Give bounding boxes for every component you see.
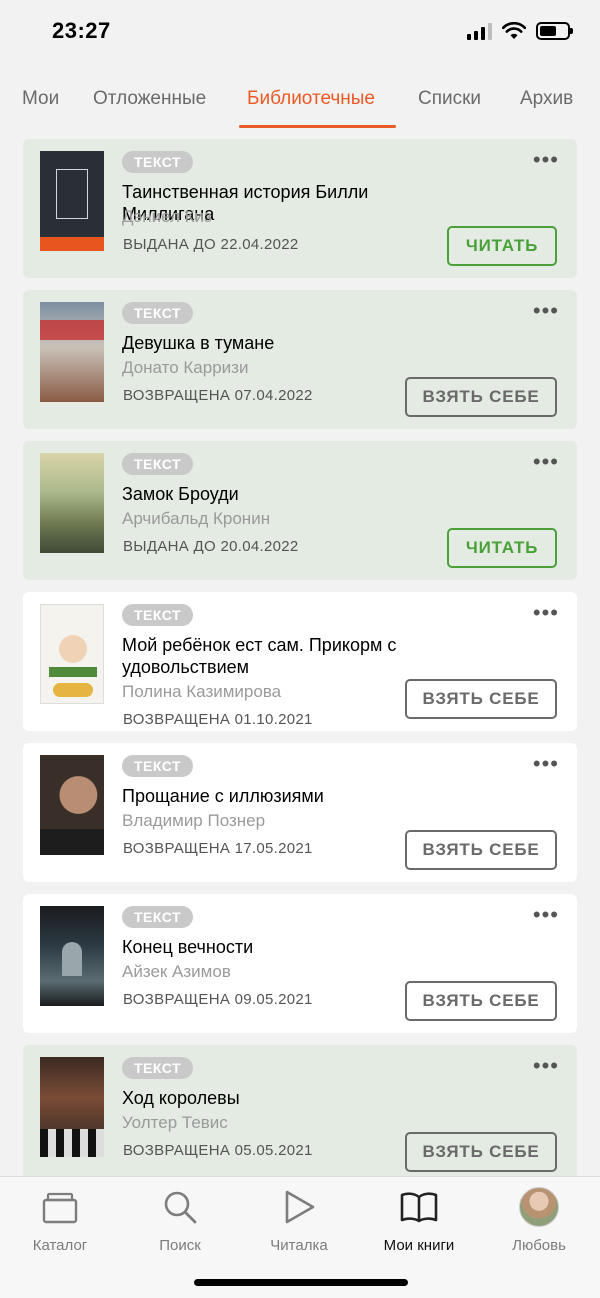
format-badge: ТЕКСТ [122, 1057, 194, 1079]
search-icon [164, 1191, 197, 1224]
wifi-icon [502, 22, 526, 39]
book-author: Айзек Азимов [122, 962, 231, 981]
loan-status: ВОЗВРАЩЕНА 05.05.2021 [123, 1142, 313, 1159]
book-cover [40, 755, 104, 855]
book-card[interactable]: ТЕКСТ ••• Ход королевы Уолтер Тевис ВОЗВ… [23, 1045, 577, 1184]
book-icon [400, 1192, 438, 1223]
take-button[interactable]: ВЗЯТЬ СЕБЕ [405, 1132, 557, 1172]
nav-catalog[interactable]: Каталог [5, 1187, 115, 1254]
take-button[interactable]: ВЗЯТЬ СЕБЕ [405, 679, 557, 719]
tab-lists[interactable]: Списки [418, 88, 481, 110]
loan-status: ВЫДАНА ДО 22.04.2022 [123, 236, 299, 253]
play-icon [285, 1190, 315, 1224]
more-options-icon[interactable]: ••• [533, 451, 559, 473]
nav-reader[interactable]: Читалка [244, 1187, 354, 1254]
tab-archive[interactable]: Архив [520, 88, 573, 110]
more-options-icon[interactable]: ••• [533, 1055, 559, 1077]
nav-label: Поиск [159, 1237, 201, 1254]
book-title: Девушка в тумане [122, 333, 275, 353]
loan-status: ВОЗВРАЩЕНА 01.10.2021 [123, 711, 313, 728]
book-card[interactable]: ТЕКСТ ••• Прощание с иллюзиями Владимир … [23, 743, 577, 882]
format-badge: ТЕКСТ [122, 302, 194, 324]
book-author: Арчибальд Кронин [122, 509, 271, 528]
format-badge: ТЕКСТ [122, 755, 194, 777]
read-button[interactable]: ЧИТАТЬ [447, 528, 557, 568]
tab-bar: Мои Отложенные Библиотечные Списки Архив [0, 80, 600, 128]
battery-icon [536, 22, 573, 40]
book-author: Донато Карризи [122, 358, 249, 377]
format-badge: ТЕКСТ [122, 151, 194, 173]
nav-search[interactable]: Поиск [125, 1187, 235, 1254]
nav-label: Читалка [270, 1237, 328, 1254]
book-card[interactable]: ТЕКСТ ••• Девушка в тумане Донато Карриз… [23, 290, 577, 429]
book-cover [40, 1057, 104, 1157]
status-bar: 23:27 [0, 0, 600, 64]
read-button[interactable]: ЧИТАТЬ [447, 226, 557, 266]
active-tab-indicator [239, 125, 396, 128]
book-author: Уолтер Тевис [122, 1113, 228, 1132]
tab-mine[interactable]: Мои [22, 88, 59, 110]
nav-label: Любовь [512, 1237, 566, 1254]
book-title: Мой ребёнок ест сам. Прикорм с удовольст… [122, 635, 397, 677]
loan-status: ВЫДАНА ДО 20.04.2022 [123, 538, 299, 555]
book-title: Замок Броуди [122, 484, 239, 504]
more-options-icon[interactable]: ••• [533, 753, 559, 775]
nav-label: Мои книги [383, 1237, 455, 1254]
more-options-icon[interactable]: ••• [533, 602, 559, 624]
nav-my-books[interactable]: Мои книги [364, 1187, 474, 1254]
book-cover [40, 302, 104, 402]
book-author: Дэниел Киз [122, 207, 212, 226]
book-author: Владимир Познер [122, 811, 266, 830]
tab-library[interactable]: Библиотечные [247, 88, 375, 110]
book-cover [40, 906, 104, 1006]
book-card[interactable]: ТЕКСТ ••• Мой ребёнок ест сам. Прикорм с… [23, 592, 577, 731]
nav-label: Каталог [32, 1237, 88, 1254]
tab-postponed[interactable]: Отложенные [93, 88, 206, 110]
book-card[interactable]: ТЕКСТ ••• Замок Броуди Арчибальд Кронин … [23, 441, 577, 580]
loan-status: ВОЗВРАЩЕНА 07.04.2022 [123, 387, 313, 404]
format-badge: ТЕКСТ [122, 604, 194, 626]
home-indicator [194, 1279, 408, 1286]
nav-profile[interactable]: Любовь [484, 1187, 594, 1254]
format-badge: ТЕКСТ [122, 453, 194, 475]
book-cover [40, 604, 104, 704]
take-button[interactable]: ВЗЯТЬ СЕБЕ [405, 830, 557, 870]
avatar [519, 1187, 559, 1227]
cellular-signal-icon [467, 22, 492, 40]
take-button[interactable]: ВЗЯТЬ СЕБЕ [405, 981, 557, 1021]
loan-status: ВОЗВРАЩЕНА 09.05.2021 [123, 991, 313, 1008]
book-title: Ход королевы [122, 1088, 240, 1108]
book-author: Полина Казимирова [122, 682, 282, 701]
loan-status: ВОЗВРАЩЕНА 17.05.2021 [123, 840, 313, 857]
take-button[interactable]: ВЗЯТЬ СЕБЕ [405, 377, 557, 417]
book-card[interactable]: ТЕКСТ ••• Таинственная история Билли Мил… [23, 139, 577, 278]
catalog-icon [42, 1192, 78, 1224]
more-options-icon[interactable]: ••• [533, 149, 559, 171]
book-title: Конец вечности [122, 937, 254, 957]
format-badge: ТЕКСТ [122, 906, 194, 928]
book-card[interactable]: ТЕКСТ ••• Конец вечности Айзек Азимов ВО… [23, 894, 577, 1033]
book-list: ТЕКСТ ••• Таинственная история Билли Мил… [23, 139, 577, 1196]
book-cover [40, 151, 104, 251]
book-title: Прощание с иллюзиями [122, 786, 324, 806]
book-cover [40, 453, 104, 553]
more-options-icon[interactable]: ••• [533, 300, 559, 322]
more-options-icon[interactable]: ••• [533, 904, 559, 926]
status-time: 23:27 [52, 18, 111, 43]
status-icons [467, 22, 573, 40]
